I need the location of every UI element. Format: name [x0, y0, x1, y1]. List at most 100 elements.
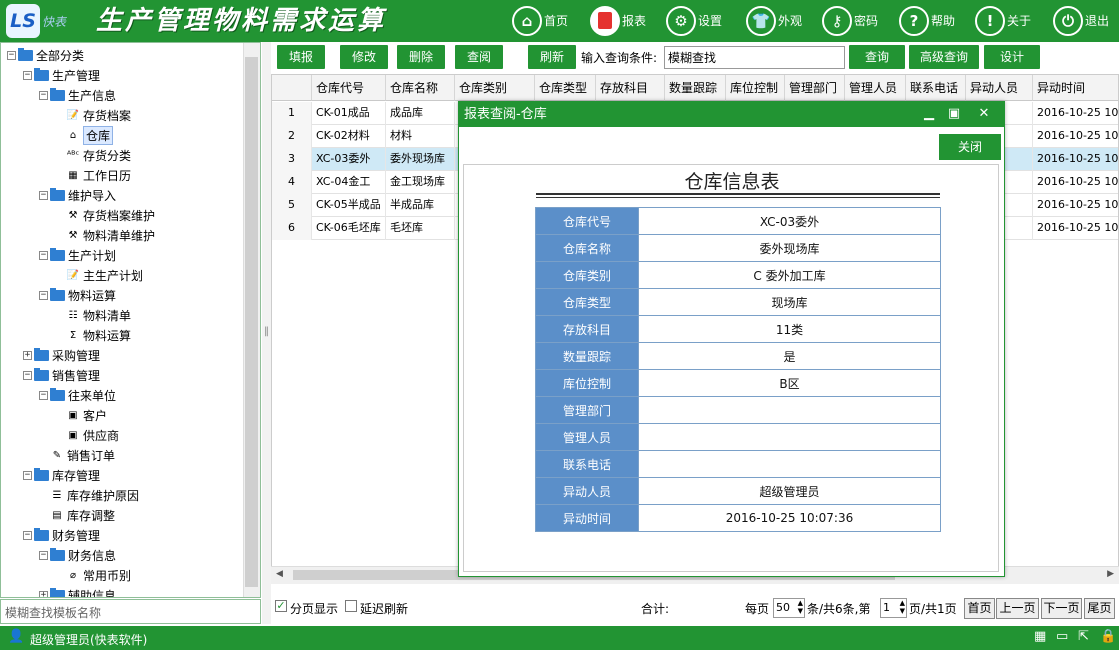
column-header[interactable]: 联系电话 — [906, 75, 966, 101]
column-header[interactable]: 仓库类型 — [535, 75, 596, 101]
column-header[interactable]: 仓库代号 — [312, 75, 386, 101]
tree-item[interactable]: ⚒ 物料清单维护 — [66, 225, 156, 245]
grid-view-icon[interactable]: ▦ — [1034, 629, 1046, 644]
minimize-icon[interactable]: ▁ — [918, 105, 940, 123]
tree-item[interactable]: ✎ 销售订单 — [50, 445, 115, 465]
tree-item[interactable]: ▣ 客户 — [66, 405, 107, 425]
tree-item[interactable]: + 采购管理 — [23, 345, 100, 365]
tree-item[interactable]: ▤ 库存调整 — [50, 505, 115, 525]
tree-scrollbar-thumb[interactable] — [245, 57, 258, 587]
tree-item[interactable]: Σ 物料运算 — [66, 325, 131, 345]
first-page-button[interactable]: 首页 — [964, 598, 995, 619]
monitor-icon[interactable]: ▭ — [1056, 629, 1068, 644]
nav-exit-button[interactable]: ⏻ 退出 — [1053, 4, 1109, 37]
tree-item[interactable]: ᴬᴮᶜ 存货分类 — [66, 145, 131, 165]
query-input[interactable] — [664, 46, 845, 69]
last-page-button[interactable]: 尾页 — [1084, 598, 1115, 619]
dialog-close-button[interactable]: 关闭 — [939, 134, 1001, 160]
nav-home-button[interactable]: ⌂ 首页 — [512, 4, 568, 37]
expand-icon[interactable]: + — [39, 590, 48, 597]
nav-shirt-button[interactable]: 👕 外观 — [746, 4, 802, 37]
tree-item[interactable]: + 辅助信息 — [39, 585, 116, 597]
tree-item[interactable]: 📝 存货档案 — [66, 105, 131, 125]
tree-item[interactable]: ☰ 库存维护原因 — [50, 485, 140, 505]
nav-help-button[interactable]: ? 帮助 — [899, 4, 955, 37]
table-cell[interactable]: 金工现场库 — [386, 171, 455, 194]
collapse-icon[interactable]: − — [39, 190, 48, 200]
maximize-icon[interactable]: ▣ — [943, 105, 965, 123]
column-header[interactable]: 库位控制 — [726, 75, 785, 101]
paging-checkbox[interactable]: ✓ — [275, 600, 287, 612]
nav-key-button[interactable]: ⚷ 密码 — [822, 4, 878, 37]
tree-item[interactable]: − 库存管理 — [23, 465, 100, 485]
toolbar-button[interactable]: 刷新 — [528, 45, 576, 69]
table-cell[interactable]: 材料 — [386, 125, 455, 148]
tree-item[interactable]: − 生产信息 — [39, 85, 116, 105]
table-cell[interactable]: 2016-10-25 10 — [1033, 217, 1118, 240]
tree-item[interactable]: ⌀ 常用币别 — [66, 565, 131, 585]
tree-item[interactable]: − 生产管理 — [23, 65, 100, 85]
tree-item[interactable]: ▣ 供应商 — [66, 425, 119, 445]
tree-item[interactable]: − 财务信息 — [39, 545, 116, 565]
query-action-button[interactable]: 查询 — [849, 45, 905, 69]
collapse-icon[interactable]: − — [23, 70, 32, 80]
table-cell[interactable]: 2016-10-25 10 — [1033, 171, 1118, 194]
column-header[interactable]: 异动时间 — [1033, 75, 1118, 101]
toolbar-button[interactable]: 填报 — [277, 45, 325, 69]
collapse-icon[interactable]: − — [39, 290, 48, 300]
table-cell[interactable]: XC-04金工 — [312, 171, 386, 194]
per-page-stepper[interactable]: 50 ▲ ▼ — [773, 598, 805, 618]
table-cell[interactable]: XC-03委外 — [312, 148, 386, 171]
collapse-icon[interactable]: − — [23, 530, 32, 540]
delay-refresh-checkbox[interactable] — [345, 600, 357, 612]
tree-item[interactable]: − 全部分类 — [7, 45, 84, 65]
tree-item[interactable]: − 生产计划 — [39, 245, 116, 265]
collapse-icon[interactable]: − — [39, 90, 48, 100]
tree-item[interactable]: − 物料运算 — [39, 285, 116, 305]
column-header[interactable]: 管理部门 — [785, 75, 845, 101]
tree-item[interactable]: ⚒ 存货档案维护 — [66, 205, 156, 225]
export-icon[interactable]: ⇱ — [1078, 629, 1089, 644]
table-cell[interactable]: CK-01成品 — [312, 102, 386, 125]
table-cell[interactable]: 委外现场库 — [386, 148, 455, 171]
table-cell[interactable]: CK-06毛坯库 — [312, 217, 386, 240]
query-action-button[interactable]: 设计 — [984, 45, 1040, 69]
table-cell[interactable]: CK-05半成品 — [312, 194, 386, 217]
nav-report-button[interactable]: 报表 — [590, 4, 646, 37]
collapse-icon[interactable]: − — [23, 470, 32, 480]
toolbar-button[interactable]: 查阅 — [455, 45, 503, 69]
table-cell[interactable]: 半成品库 — [386, 194, 455, 217]
column-header[interactable]: 管理人员 — [845, 75, 906, 101]
collapse-icon[interactable]: − — [39, 390, 48, 400]
next-page-button[interactable]: 下一页 — [1041, 598, 1082, 619]
table-cell[interactable]: 2016-10-25 10 — [1033, 194, 1118, 217]
page-stepper[interactable]: 1 ▲ ▼ — [880, 598, 907, 618]
column-header[interactable]: 仓库名称 — [386, 75, 455, 101]
table-cell[interactable]: 2016-10-25 10 — [1033, 125, 1118, 148]
nav-gear-button[interactable]: ⚙ 设置 — [666, 4, 722, 37]
column-header[interactable]: 仓库类别 — [455, 75, 535, 101]
tree-item[interactable]: 📝 主生产计划 — [66, 265, 143, 285]
toolbar-button[interactable]: 修改 — [340, 45, 388, 69]
table-cell[interactable]: 毛坯库 — [386, 217, 455, 240]
tree-item[interactable]: ⌂ 仓库 — [66, 125, 114, 145]
query-action-button[interactable]: 高级查询 — [909, 45, 979, 69]
collapse-icon[interactable]: − — [39, 550, 48, 560]
table-cell[interactable]: 2016-10-25 10 — [1033, 148, 1118, 171]
table-cell[interactable]: 2016-10-25 10 — [1033, 102, 1118, 125]
collapse-icon[interactable]: − — [7, 50, 16, 60]
template-search-input[interactable]: 模糊查找模板名称 — [0, 599, 261, 624]
tree-item[interactable]: − 维护导入 — [39, 185, 116, 205]
tree-item[interactable]: ☷ 物料清单 — [66, 305, 132, 325]
table-cell[interactable]: 成品库 — [386, 102, 455, 125]
scroll-right-icon[interactable]: ▶ — [1107, 569, 1114, 579]
toolbar-button[interactable]: 删除 — [397, 45, 445, 69]
tree-item[interactable]: − 往来单位 — [39, 385, 116, 405]
tree-item[interactable]: − 财务管理 — [23, 525, 100, 545]
nav-info-button[interactable]: ! 关于 — [975, 4, 1031, 37]
column-header[interactable]: 异动人员 — [966, 75, 1033, 101]
lock-icon[interactable]: 🔒 — [1100, 629, 1116, 644]
collapse-icon[interactable]: − — [39, 250, 48, 260]
tree-item[interactable]: ▦ 工作日历 — [66, 165, 131, 185]
prev-page-button[interactable]: 上一页 — [996, 598, 1039, 619]
